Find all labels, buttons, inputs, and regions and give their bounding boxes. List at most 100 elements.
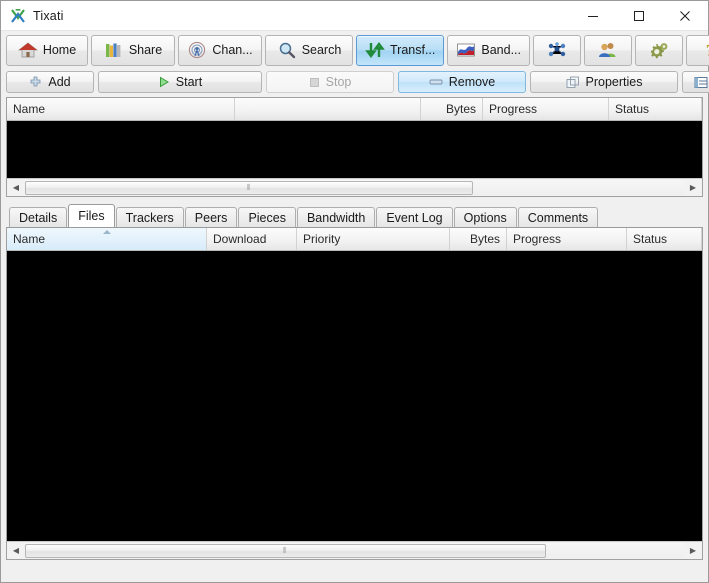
toolbar-button-peers[interactable] — [584, 34, 633, 66]
files-list-body[interactable] — [7, 251, 702, 541]
remove-button-label: Remove — [448, 75, 496, 89]
start-button-label: Start — [175, 75, 203, 89]
files-column-header-priority[interactable]: Priority — [297, 228, 450, 250]
column-header-name[interactable]: Name — [7, 98, 235, 120]
files-scroll-thumb[interactable]: ⦀ — [25, 543, 546, 558]
window-title: Tixati — [33, 8, 64, 23]
properties-button[interactable]: Properties — [530, 71, 678, 93]
toolbar-label-home: Home — [42, 43, 77, 57]
transfers-arrows-icon — [365, 42, 385, 58]
bandwidth-graph-icon — [457, 43, 476, 57]
files-scroll-grip: ⦀ — [283, 545, 288, 555]
column-label-bytes: Bytes — [445, 102, 476, 116]
network-nodes-icon — [548, 42, 566, 57]
toolbar-label-share: Share — [128, 43, 163, 57]
files-column-label-status: Status — [633, 232, 668, 246]
toolbar-button-channels[interactable]: Chan... — [178, 34, 262, 66]
play-icon — [159, 76, 169, 88]
close-icon — [680, 10, 690, 21]
toolbar-button-network[interactable] — [533, 34, 582, 66]
column-label-status: Status — [615, 102, 650, 116]
action-toolbar: Add Start Stop Remove Properties — [1, 69, 709, 95]
column-header-progress[interactable]: Progress — [483, 98, 609, 120]
tab-bandwidth[interactable]: Bandwidth — [296, 207, 376, 227]
column-header-blank[interactable] — [235, 98, 421, 120]
transfer-list-hscrollbar[interactable]: ◀ ⦀ ▶ — [7, 178, 702, 196]
transfer-list-body[interactable] — [7, 121, 702, 178]
files-column-label-progress: Progress — [513, 232, 562, 246]
transfer-list-header: Name Bytes Progress Status — [7, 98, 702, 121]
files-list-pane: Name Download Priority Bytes Progress St… — [6, 227, 703, 560]
tixati-main-window: Tixati Home Share Chan... Search Transf.… — [0, 0, 709, 583]
toolbar-button-share[interactable]: Share — [91, 34, 175, 66]
title-bar: Tixati — [1, 1, 708, 31]
tab-details[interactable]: Details — [9, 207, 68, 227]
scroll-right-icon[interactable]: ▶ — [685, 180, 701, 195]
layout-icon — [694, 76, 708, 88]
tab-peers[interactable]: Peers — [184, 207, 238, 227]
files-column-header-progress[interactable]: Progress — [507, 228, 627, 250]
scroll-left-icon[interactable]: ◀ — [8, 180, 24, 195]
status-footer — [1, 560, 708, 582]
tab-comments[interactable]: Comments — [517, 207, 599, 227]
files-column-label-bytes: Bytes — [469, 232, 500, 246]
stop-icon — [309, 77, 319, 87]
column-label-name: Name — [13, 102, 46, 116]
files-column-header-bytes[interactable]: Bytes — [450, 228, 507, 250]
add-button[interactable]: Add — [6, 71, 94, 93]
scroll-track[interactable]: ⦀ — [25, 180, 684, 195]
tab-options[interactable]: Options — [453, 207, 517, 227]
files-list-hscrollbar[interactable]: ◀ ⦀ ▶ — [7, 541, 702, 559]
tab-trackers[interactable]: Trackers — [115, 207, 184, 227]
tab-files[interactable]: Files — [68, 204, 115, 227]
layout-button[interactable]: Layout — [682, 71, 709, 93]
files-list-header: Name Download Priority Bytes Progress St… — [7, 228, 702, 251]
stop-button[interactable]: Stop — [266, 71, 394, 93]
peers-people-icon — [599, 43, 616, 57]
close-button[interactable] — [662, 1, 708, 30]
sort-ascending-icon — [102, 230, 111, 234]
magnifier-icon — [279, 42, 295, 59]
stop-button-label: Stop — [325, 75, 352, 89]
properties-button-label: Properties — [585, 75, 643, 89]
toolbar-button-help[interactable]: ? — [686, 34, 709, 66]
properties-icon — [566, 76, 579, 88]
toolbar-button-settings[interactable] — [635, 34, 684, 66]
files-scroll-right-icon[interactable]: ▶ — [685, 543, 701, 558]
start-button[interactable]: Start — [98, 71, 262, 93]
toolbar-label-search: Search — [301, 43, 342, 57]
broadcast-icon — [189, 41, 206, 59]
minus-icon — [429, 79, 443, 85]
remove-button[interactable]: Remove — [398, 71, 526, 93]
help-question-icon: ? — [706, 41, 709, 59]
toolbar-button-home[interactable]: Home — [6, 34, 88, 66]
minimize-icon — [588, 15, 598, 17]
minimize-button[interactable] — [570, 1, 616, 30]
detail-tabstrip: Details Files Trackers Peers Pieces Band… — [1, 203, 708, 227]
tab-event-log[interactable]: Event Log — [376, 207, 453, 227]
main-toolbar: Home Share Chan... Search Transf... Band… — [1, 31, 709, 69]
transfer-list-pane: Name Bytes Progress Status ◀ ⦀ ▶ — [6, 97, 703, 197]
column-header-status[interactable]: Status — [609, 98, 702, 120]
toolbar-button-transfers[interactable]: Transf... — [356, 34, 445, 66]
files-column-header-status[interactable]: Status — [627, 228, 702, 250]
files-scroll-track[interactable]: ⦀ — [25, 543, 684, 558]
files-column-header-download[interactable]: Download — [207, 228, 297, 250]
books-icon — [105, 43, 121, 57]
toolbar-button-bandwidth[interactable]: Band... — [447, 34, 531, 66]
maximize-icon — [634, 10, 644, 21]
plus-icon — [30, 76, 41, 86]
tab-pieces[interactable]: Pieces — [238, 207, 296, 227]
scroll-thumb[interactable]: ⦀ — [25, 180, 474, 195]
window-controls — [570, 1, 708, 30]
scroll-grip: ⦀ — [246, 182, 252, 192]
tixati-logo-icon — [9, 7, 27, 25]
maximize-button[interactable] — [616, 1, 662, 30]
add-button-label: Add — [48, 75, 71, 89]
toolbar-label-transfers: Transf... — [390, 43, 436, 57]
toolbar-button-search[interactable]: Search — [265, 34, 353, 66]
column-header-bytes[interactable]: Bytes — [421, 98, 483, 120]
files-column-header-name[interactable]: Name — [7, 228, 207, 250]
files-scroll-left-icon[interactable]: ◀ — [8, 543, 24, 558]
toolbar-label-bandwidth: Band... — [481, 43, 522, 57]
